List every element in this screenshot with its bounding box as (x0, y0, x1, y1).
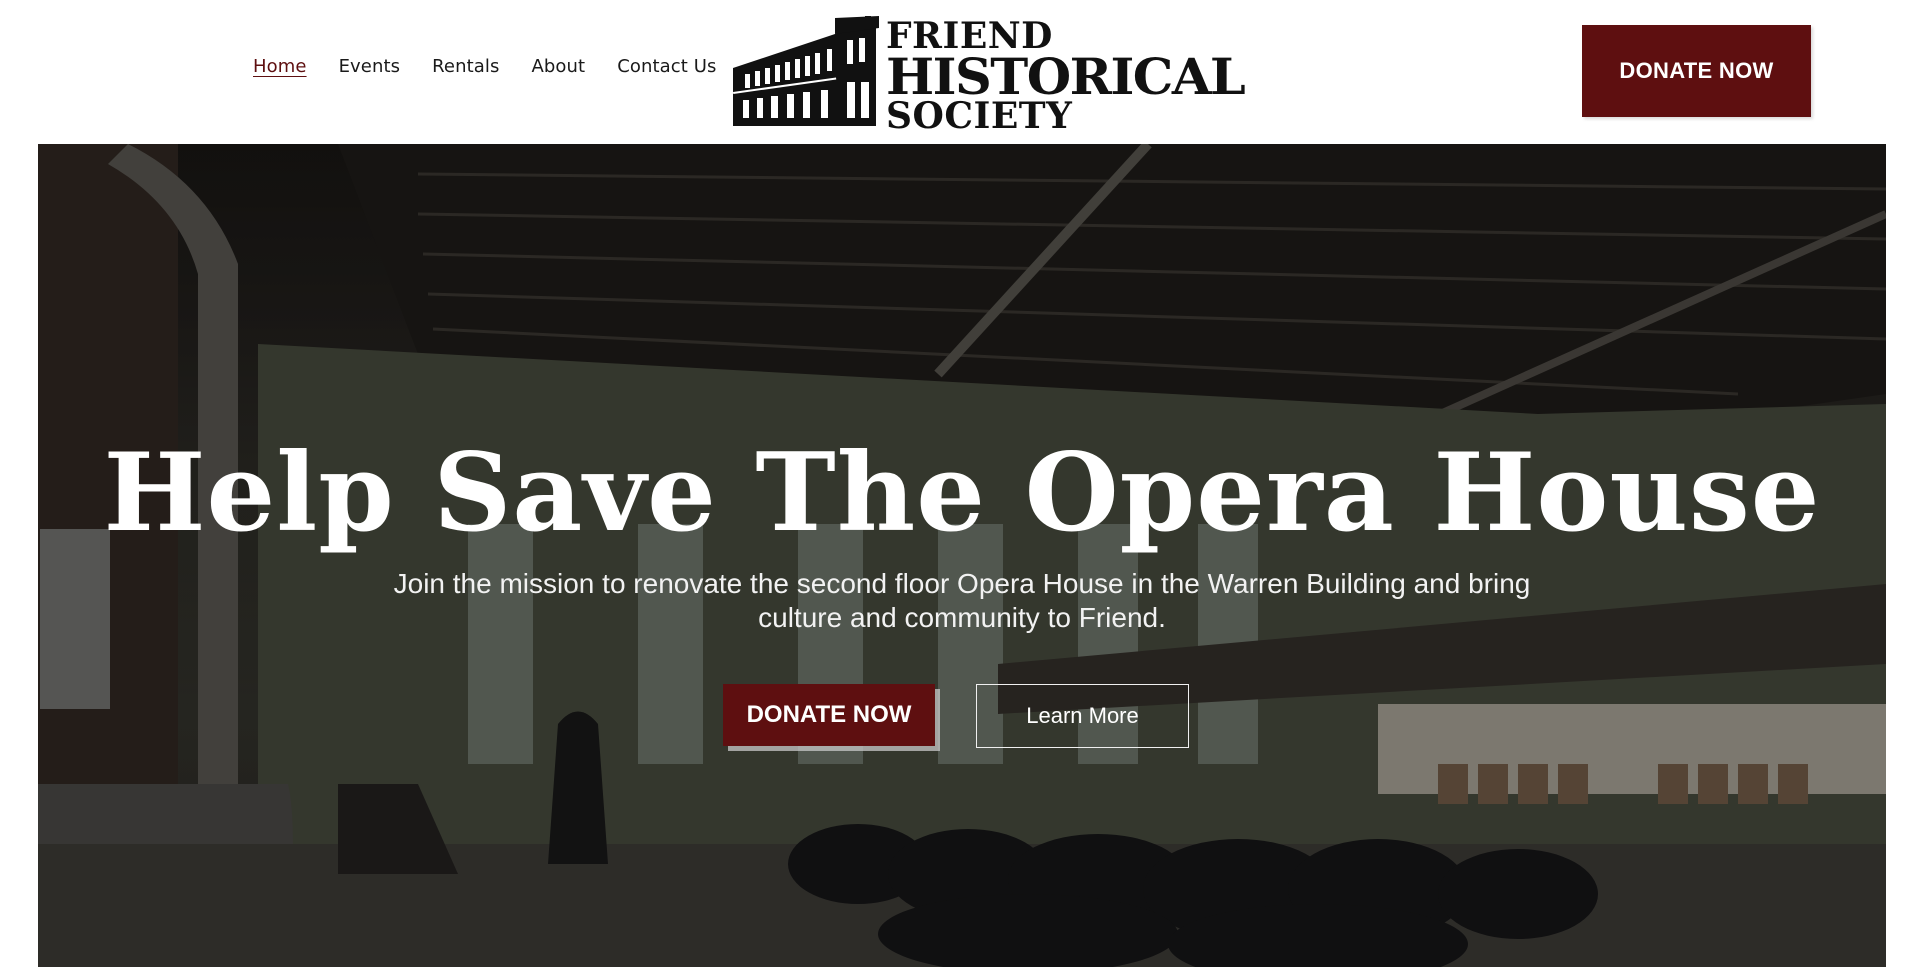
nav-events[interactable]: Events (339, 56, 401, 77)
nav-contact-us[interactable]: Contact Us (617, 56, 716, 77)
main-nav: Home Events Rentals About Contact Us (253, 56, 717, 77)
hero-learn-more-button[interactable]: Learn More (976, 684, 1189, 748)
hero-donate-button[interactable]: DONATE NOW (723, 684, 935, 746)
site-header: Home Events Rentals About Contact Us FRI… (0, 0, 1920, 144)
site-logo[interactable]: FRIEND HISTORICAL SOCIETY (731, 16, 1246, 134)
nav-rentals[interactable]: Rentals (432, 56, 499, 77)
nav-about[interactable]: About (531, 56, 585, 77)
header-donate-button[interactable]: DONATE NOW (1582, 25, 1811, 117)
nav-home[interactable]: Home (253, 56, 307, 77)
hero-title: Help Save The Opera House (103, 430, 1821, 556)
historic-building-icon (733, 16, 879, 126)
logo-line-historical: HISTORICAL (886, 47, 1246, 106)
logo-wordmark: FRIEND HISTORICAL SOCIETY (886, 16, 1246, 134)
hero-section: Help Save The Opera House Join the missi… (38, 144, 1886, 967)
hero-subtitle: Join the mission to renovate the second … (393, 568, 1531, 633)
